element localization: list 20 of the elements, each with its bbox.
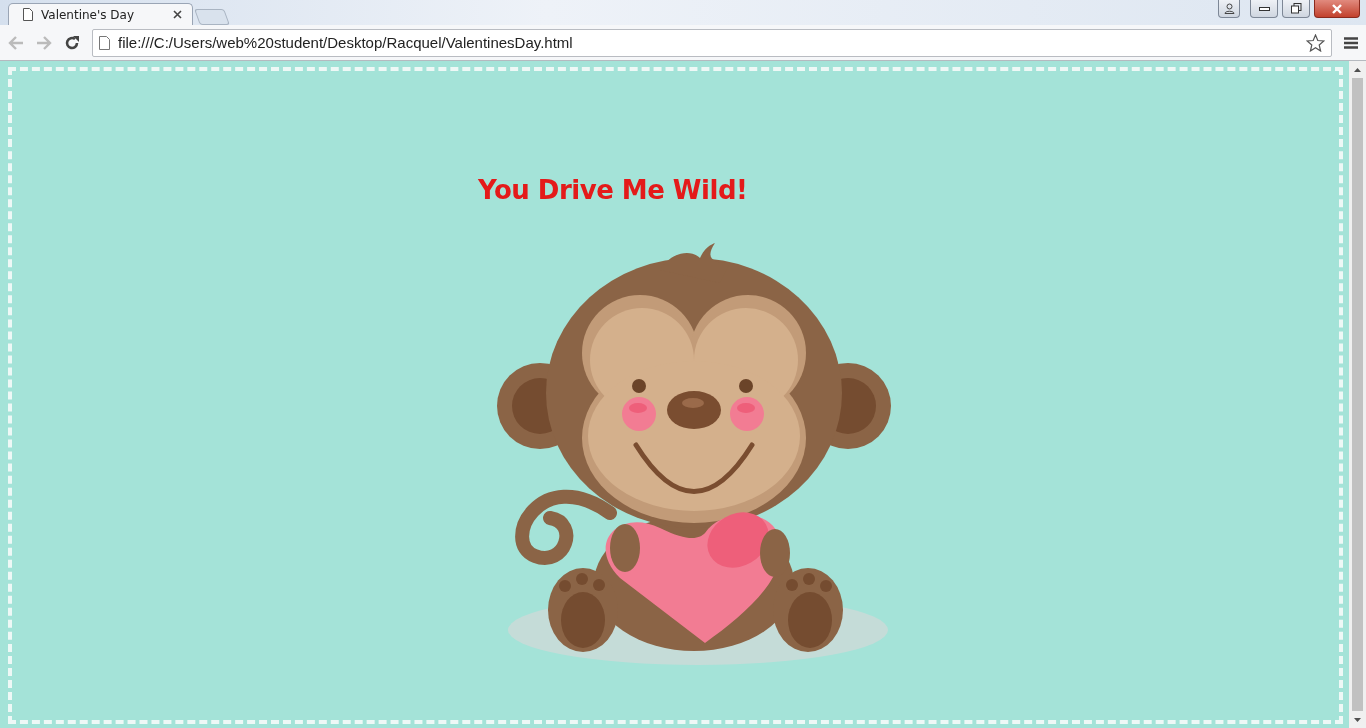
address-bar[interactable]: file:///C:/Users/web%20student/Desktop/Racquel/ValentinesDay.html (92, 28, 1332, 57)
star-icon[interactable] (1306, 33, 1325, 52)
minimize-button[interactable] (1250, 0, 1278, 18)
page-heading: You Drive Me Wild! (478, 174, 749, 207)
profile-button[interactable] (1218, 0, 1240, 18)
page-icon (99, 35, 110, 50)
minimize-icon (1258, 6, 1270, 11)
close-window-button[interactable] (1314, 0, 1360, 18)
scroll-up-icon[interactable] (1354, 67, 1361, 72)
close-icon[interactable] (173, 10, 182, 19)
reload-icon[interactable] (64, 34, 80, 51)
scroll-down-icon[interactable] (1354, 717, 1361, 722)
restore-button[interactable] (1282, 0, 1310, 18)
person-icon (1223, 3, 1235, 14)
url-text: file:///C:/Users/web%20student/Desktop/Racquel/ValentinesDay.html (118, 34, 574, 51)
page-icon (23, 8, 33, 21)
menu-icon[interactable] (1344, 36, 1358, 49)
browser-tab[interactable]: Valentine's Day (8, 3, 193, 25)
restore-icon (1290, 3, 1302, 14)
close-icon (1331, 3, 1343, 14)
